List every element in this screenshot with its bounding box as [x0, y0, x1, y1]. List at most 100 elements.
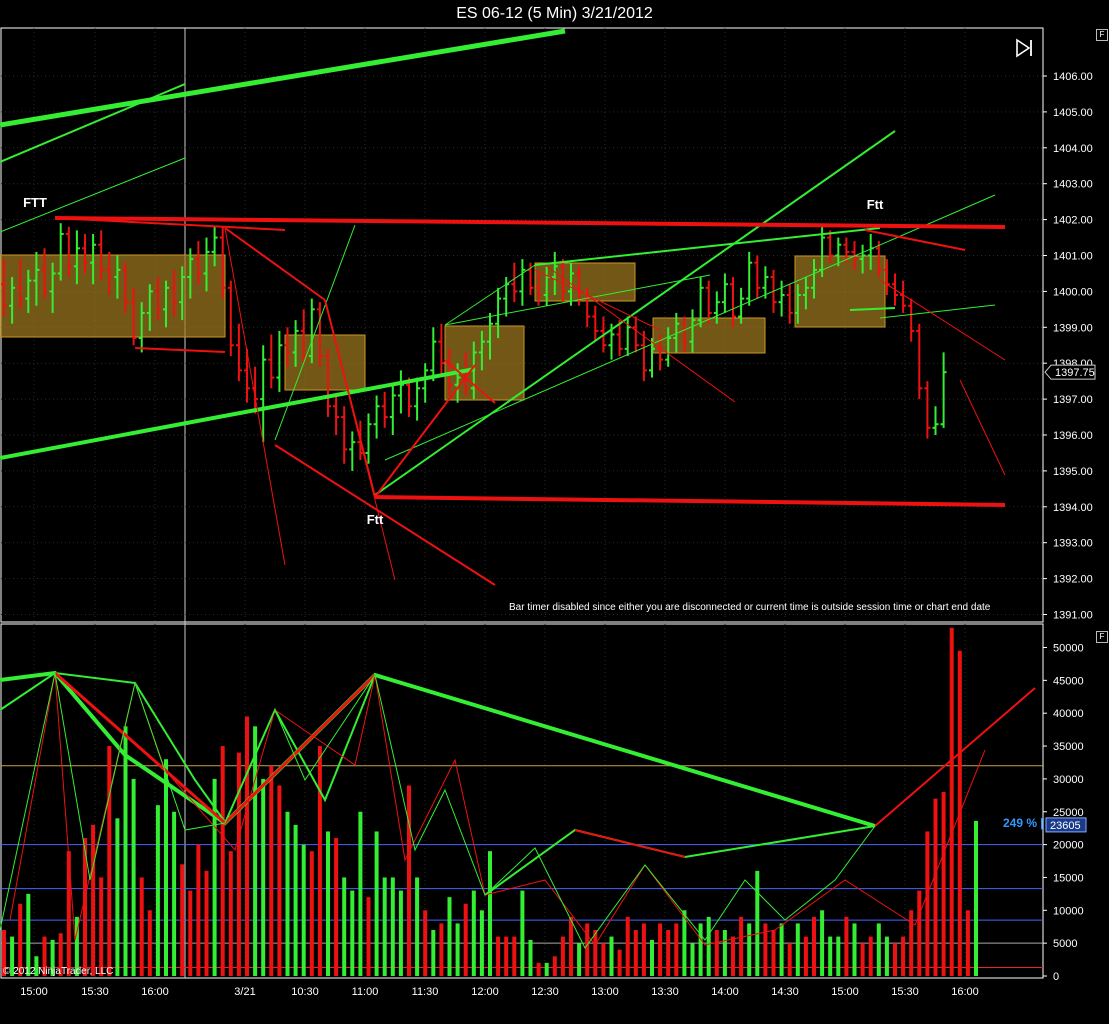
volume-bar	[755, 870, 760, 976]
volume-bar	[269, 765, 274, 976]
volume-bar	[812, 916, 816, 976]
volume-bar	[439, 923, 444, 976]
volume-bar	[471, 890, 476, 976]
volume-zigzag-red	[874, 687, 1036, 827]
chart-canvas[interactable]: 15:00 15:30 16:00 3/21 10:30 11:00 11:30 12:00 1…	[0, 0, 1109, 1024]
x-tick-label: 14:00	[711, 986, 739, 998]
volume-bar	[123, 726, 128, 976]
volume-tick-label: 5000	[1053, 938, 1077, 950]
price-bar	[430, 327, 437, 382]
trend-line	[0, 83, 186, 163]
volume-bar	[876, 923, 881, 976]
price-bar	[235, 323, 242, 382]
volume-bar	[868, 936, 873, 976]
volume-bar	[779, 923, 784, 976]
price-tick-label: 1405.00	[1053, 107, 1093, 119]
price-bar	[276, 330, 283, 392]
volume-bar	[188, 890, 193, 976]
price-tick-label: 1404.00	[1053, 143, 1093, 155]
volume-bar	[496, 936, 501, 976]
volume-bar	[317, 746, 322, 976]
price-bar	[397, 370, 404, 414]
annotation-label: FTT	[23, 195, 47, 210]
volume-bar	[107, 746, 112, 976]
trend-line	[134, 347, 226, 353]
volume-bar	[415, 877, 420, 976]
volume-bar	[479, 910, 484, 976]
volume-bar	[115, 818, 120, 976]
volume-bar	[293, 824, 298, 976]
volume-bar	[633, 930, 638, 976]
annotation-label: Ftt	[867, 197, 884, 212]
volume-bar	[520, 890, 525, 976]
volume-bar	[504, 936, 509, 976]
volume-bar	[658, 923, 663, 976]
trend-line	[959, 379, 1006, 476]
volume-bar	[569, 916, 573, 976]
price-bar	[721, 273, 728, 313]
bar-timer-message: Bar timer disabled since either you are …	[509, 602, 991, 613]
price-tick-label: 1393.00	[1053, 538, 1093, 550]
volume-bar	[593, 930, 598, 976]
price-bar	[268, 334, 275, 389]
price-bar	[924, 381, 931, 439]
price-bar	[511, 262, 518, 303]
price-bar	[592, 305, 599, 342]
volume-bar	[350, 890, 355, 976]
volume-bar	[528, 939, 533, 976]
x-tick-label: 15:00	[831, 986, 859, 998]
volume-bar	[844, 916, 849, 976]
price-bar	[414, 377, 421, 421]
volume-bar	[455, 923, 460, 976]
volume-tick-label: 0	[1053, 971, 1059, 983]
x-tick-label: 11:00	[352, 986, 379, 998]
volume-bar	[326, 831, 330, 976]
volume-bar	[285, 811, 290, 976]
volume-bar	[172, 811, 177, 976]
volume-tick-label: 10000	[1053, 905, 1084, 917]
volume-bar	[747, 923, 752, 976]
copyright-text: © 2012 NinjaTrader, LLC	[3, 966, 114, 977]
panel-properties-button[interactable]: F	[1096, 29, 1108, 41]
volume-bar	[204, 870, 209, 976]
x-tick-label: 13:00	[591, 986, 619, 998]
price-bar	[519, 259, 526, 306]
volume-bar	[131, 778, 136, 976]
volume-bar	[220, 746, 225, 976]
price-bar	[333, 395, 340, 435]
volume-bar	[334, 838, 339, 976]
x-tick-label: 12:30	[531, 986, 559, 998]
volume-bar	[366, 897, 371, 976]
trend-line	[0, 367, 476, 460]
volume-panel-properties-button[interactable]: F	[1096, 631, 1108, 643]
volume-bar	[155, 805, 160, 976]
x-tick-label: 16:00	[141, 986, 169, 998]
price-bar	[341, 406, 348, 464]
volume-bar	[731, 936, 735, 976]
x-tick-label: 15:00	[20, 986, 48, 998]
price-tick-label: 1403.00	[1053, 179, 1093, 191]
price-tick-label: 1397.00	[1053, 394, 1093, 406]
volume-bar	[917, 890, 922, 976]
volume-bar	[577, 943, 582, 976]
price-bar	[705, 280, 712, 324]
volume-bar	[196, 844, 201, 976]
skip-to-end-icon[interactable]	[1014, 37, 1036, 59]
price-tick-label: 1391.00	[1053, 610, 1093, 622]
x-tick-label: 13:30	[651, 986, 679, 998]
volume-bar	[447, 897, 452, 976]
volume-zigzag-thin-green	[0, 672, 876, 949]
volume-tick-label: 50000	[1053, 643, 1084, 655]
trend-line	[879, 279, 1006, 361]
volume-bar	[407, 785, 411, 976]
volume-bar	[301, 844, 306, 976]
volume-bar	[836, 936, 841, 976]
volume-bar	[374, 831, 379, 976]
volume-bar	[261, 778, 266, 976]
volume-bar	[820, 910, 825, 976]
volume-bar	[828, 936, 833, 976]
volume-bar	[714, 930, 719, 976]
volume-tick-label: 30000	[1053, 774, 1084, 786]
volume-tick-label: 15000	[1053, 872, 1084, 884]
volume-bar	[650, 939, 654, 976]
